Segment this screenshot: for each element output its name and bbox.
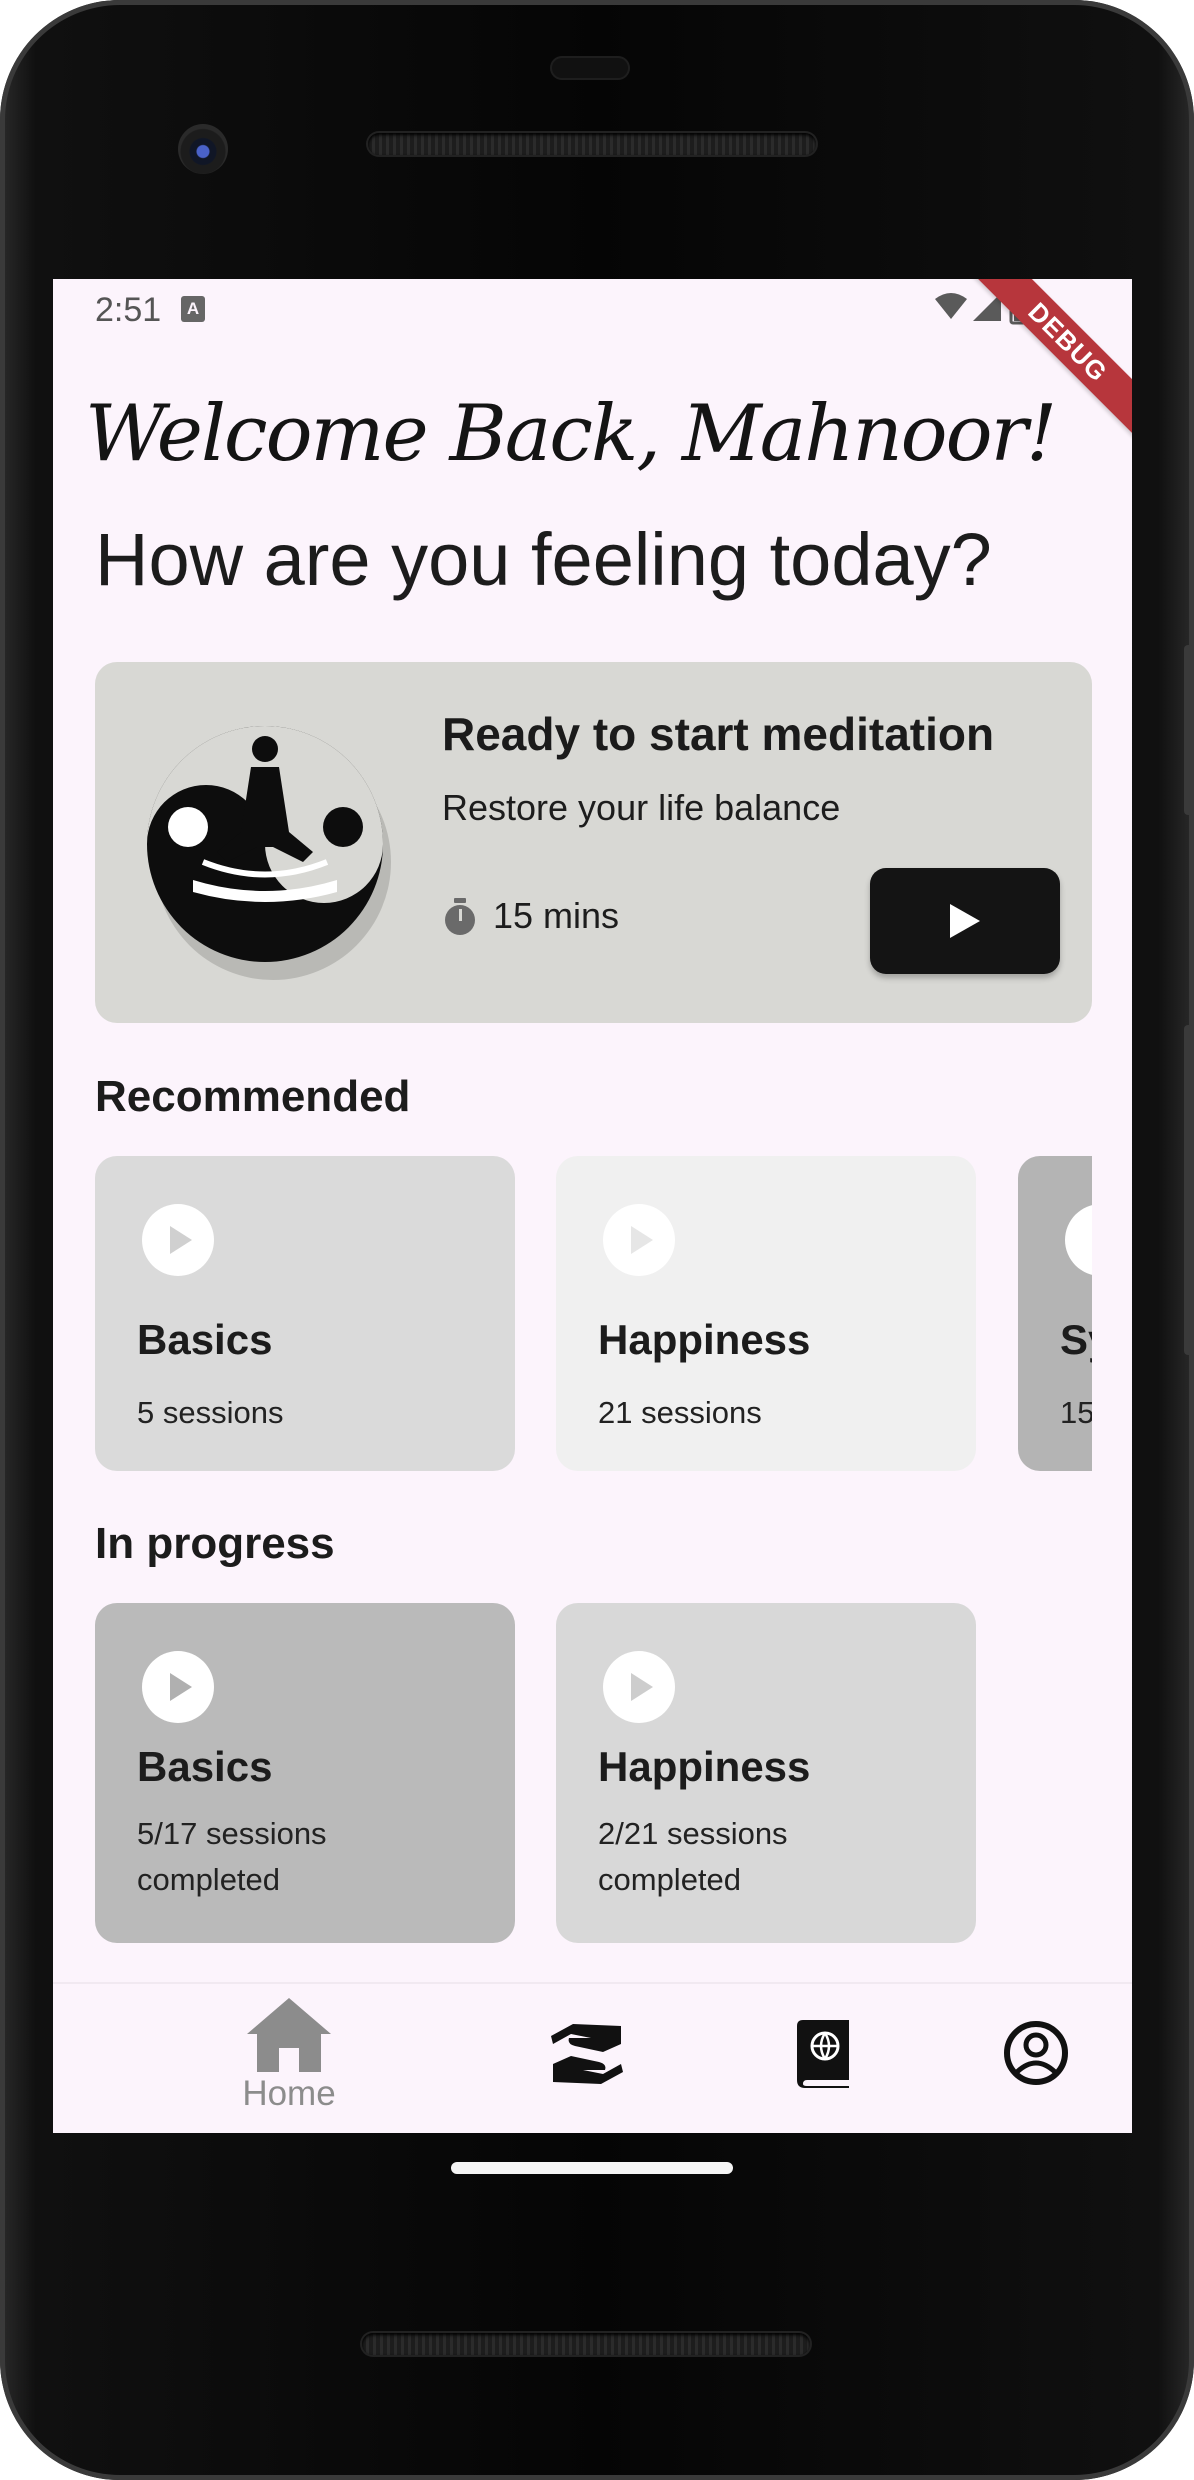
card-subtitle: 2/21 sessions completed [598,1816,788,1897]
nav-label-home: Home [242,2074,336,2113]
nav-item-library[interactable] [731,1984,921,2133]
bottom-navigation: Home [53,1982,1132,2133]
wifi-icon [935,293,967,319]
home-icon [247,1998,331,2072]
nav-item-home[interactable]: Home [173,1984,405,2133]
book-icon [797,2020,849,2088]
recommended-card-clip: Sy 15 [1018,1156,1092,1471]
timer-icon [445,898,475,935]
app-screen: 2:51 A DEBUG Welcome Back, Mahnoor! How … [53,279,1132,2133]
in-progress-card-basics[interactable]: Basics 5/17 sessions completed [95,1603,515,1943]
card-subtitle: 5 sessions [137,1395,284,1430]
meditation-illustration [147,726,391,980]
status-bar: 2:51 A [53,279,1132,339]
power-button [1184,645,1194,815]
greeting: Welcome Back, Mahnoor! [85,389,1057,479]
hero-subtitle: Restore your life balance [442,787,841,828]
hero-duration: 15 mins [493,895,620,936]
proximity-sensor [550,56,630,80]
play-circle-icon[interactable] [603,1651,675,1723]
bottom-speaker [362,2333,810,2355]
hands-icon [551,2024,623,2084]
recommended-card-partial[interactable]: Sy 15 [1018,1156,1092,1471]
nav-item-community[interactable] [493,1984,683,2133]
play-circle-icon[interactable] [1065,1204,1092,1276]
play-circle-icon[interactable] [142,1204,214,1276]
meditation-hero-card[interactable]: Ready to start meditation Restore your l… [95,662,1092,1023]
recommended-heading: Recommended [95,1072,411,1121]
card-title: Basics [137,1743,273,1790]
play-icon [950,904,980,938]
card-subtitle: 5/17 sessions completed [137,1816,327,1897]
earpiece-speaker [368,133,816,155]
gesture-home-bar[interactable] [451,2162,733,2174]
status-time: 2:51 [95,291,162,329]
phone-frame: 2:51 A DEBUG Welcome Back, Mahnoor! How … [0,0,1194,2480]
in-progress-card-happiness[interactable]: Happiness 2/21 sessions completed [556,1603,976,1943]
card-title: Happiness [598,1743,811,1790]
start-meditation-button[interactable] [870,868,1060,974]
volume-button [1184,1025,1194,1355]
play-circle-icon[interactable] [142,1651,214,1723]
card-title: Sy [1060,1316,1092,1363]
notification-icon: A [181,296,205,322]
profile-icon [1004,2021,1068,2085]
recommended-card-basics[interactable]: Basics 5 sessions [95,1156,515,1471]
page-title: How are you feeling today? [95,518,992,601]
front-camera [178,124,228,174]
play-circle-icon[interactable] [603,1204,675,1276]
card-title: Basics [137,1316,273,1363]
nav-item-profile[interactable] [965,1984,1115,2133]
card-subtitle: 15 [1060,1395,1092,1430]
recommended-card-happiness[interactable]: Happiness 21 sessions [556,1156,976,1471]
in-progress-heading: In progress [95,1519,335,1568]
card-title: Happiness [598,1316,811,1363]
card-subtitle: 21 sessions [598,1395,762,1430]
hero-title: Ready to start meditation [442,708,995,760]
